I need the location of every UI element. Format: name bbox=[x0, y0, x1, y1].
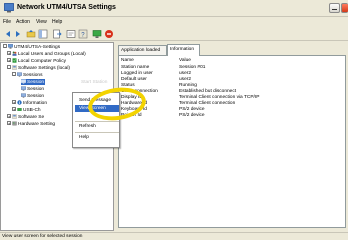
row-value: PS/2 device bbox=[179, 113, 205, 118]
software-icon bbox=[12, 65, 17, 70]
row-value: Terminal Client connection bbox=[179, 101, 236, 106]
up-folder-icon[interactable] bbox=[26, 29, 36, 39]
menu-action[interactable]: Action bbox=[16, 19, 30, 25]
column-header-name[interactable]: Name bbox=[121, 58, 134, 63]
menu-separator bbox=[75, 132, 119, 133]
information-icon bbox=[17, 100, 22, 105]
forward-icon[interactable] bbox=[13, 29, 23, 39]
refresh-menu-item[interactable]: Refresh bbox=[79, 124, 96, 129]
menu-bar: File Action View Help bbox=[0, 17, 348, 27]
tree-item-label: Information bbox=[23, 101, 47, 106]
tab-application-loaded[interactable]: Application loaded bbox=[118, 45, 167, 55]
title-bar: Network UTM4/UTSA Settings bbox=[0, 0, 348, 17]
collapse-icon[interactable]: - bbox=[7, 65, 11, 70]
tree-item-label: USB-Ch bbox=[23, 108, 41, 113]
help-icon[interactable]: ? bbox=[78, 29, 88, 39]
tree-item-root[interactable]: - UTM4/UTSA-Settings bbox=[3, 44, 60, 50]
help-menu-item[interactable]: Help bbox=[79, 135, 89, 140]
close-button[interactable] bbox=[341, 3, 348, 13]
tree-item-label: Software Se bbox=[18, 115, 45, 120]
tree-item-label: Local Computer Policy bbox=[18, 59, 66, 64]
row-value: PS/2 device bbox=[179, 107, 205, 112]
sessions-icon bbox=[17, 72, 22, 77]
row-name: Default user bbox=[121, 77, 147, 82]
status-text: View user screen for selected session bbox=[2, 234, 83, 239]
app-window: Network UTM4/UTSA Settings File Action V… bbox=[0, 0, 348, 240]
menu-file[interactable]: File bbox=[3, 19, 11, 25]
properties-icon[interactable] bbox=[66, 29, 76, 39]
session-icon bbox=[21, 86, 26, 91]
row-value: Session #01 bbox=[179, 65, 206, 70]
software-icon bbox=[12, 114, 17, 119]
expand-icon[interactable]: + bbox=[7, 114, 11, 119]
collapse-icon[interactable]: - bbox=[3, 44, 7, 49]
session-icon bbox=[21, 79, 26, 84]
export-icon[interactable] bbox=[52, 29, 62, 39]
tree-item-label: Software Settings (local) bbox=[18, 66, 70, 71]
tree-item-session-selected[interactable]: Session bbox=[21, 79, 46, 85]
stop-icon[interactable] bbox=[104, 29, 114, 39]
tree-item-software-settings[interactable]: + Software Se bbox=[7, 114, 44, 120]
minimize-button[interactable] bbox=[329, 3, 340, 13]
row-name: Logged in user bbox=[121, 71, 153, 76]
tree-item-sessions[interactable]: - Sessions bbox=[12, 72, 42, 78]
back-icon[interactable] bbox=[3, 29, 13, 39]
tree-item-label: Session bbox=[27, 94, 45, 99]
toolbar: ? bbox=[0, 27, 348, 41]
tree-item-usb[interactable]: + USB-Ch bbox=[12, 107, 41, 113]
tab-information[interactable]: Information bbox=[167, 44, 200, 56]
tree-item-label: Session bbox=[27, 87, 45, 92]
minimize-icon bbox=[332, 9, 337, 10]
row-value: user2 bbox=[179, 77, 191, 82]
expand-icon[interactable]: + bbox=[12, 100, 16, 105]
row-value: Running bbox=[179, 83, 197, 88]
session-icon bbox=[21, 93, 26, 98]
tree-item-software-local[interactable]: - Software Settings (local) bbox=[7, 65, 70, 71]
details-pane: Application loaded Information Name Valu… bbox=[114, 42, 348, 231]
tree-item-local-users[interactable]: + Local Users and Groups (Local) bbox=[7, 51, 86, 57]
menu-separator bbox=[75, 121, 119, 122]
tree-item-label: Session bbox=[27, 80, 45, 85]
monitor-icon[interactable] bbox=[92, 29, 102, 39]
menu-help[interactable]: Help bbox=[52, 19, 62, 25]
column-header-value[interactable]: Value bbox=[179, 58, 191, 63]
expand-icon[interactable]: + bbox=[7, 51, 11, 56]
tree-item-session[interactable]: Session bbox=[21, 93, 44, 99]
tree-item-label: Sessions bbox=[23, 73, 43, 78]
computer-icon bbox=[8, 44, 13, 49]
hardware-icon bbox=[12, 121, 17, 126]
row-name: Station name bbox=[121, 65, 150, 70]
row-value: user2 bbox=[179, 71, 191, 76]
start-station-menu-item: Start Station bbox=[81, 80, 108, 85]
collapse-icon[interactable]: - bbox=[12, 72, 16, 77]
expand-icon[interactable]: + bbox=[7, 121, 11, 126]
show-tree-icon[interactable] bbox=[38, 29, 48, 39]
tree-item-hardware-settings[interactable]: + Hardware Setting bbox=[7, 121, 55, 127]
usb-icon bbox=[17, 108, 22, 111]
users-icon bbox=[12, 51, 17, 56]
tree-item-label: Hardware Setting bbox=[18, 122, 56, 127]
tree-item-label: UTM4/UTSA-Settings bbox=[14, 45, 61, 50]
window-title: Network UTM4/UTSA Settings bbox=[17, 4, 116, 11]
tree-item-label: Local Users and Groups (Local) bbox=[18, 52, 86, 57]
tree-item-local-policy[interactable]: + Local Computer Policy bbox=[7, 58, 66, 64]
information-table: Name Value Station name Session #01 Logg… bbox=[118, 55, 346, 228]
tree-item-information[interactable]: + Information bbox=[12, 100, 47, 106]
policy-icon bbox=[12, 58, 17, 63]
expand-icon[interactable]: + bbox=[12, 107, 16, 112]
tree-item-session[interactable]: Session bbox=[21, 86, 44, 92]
row-value: Terminal Client connection via TCP/IP bbox=[179, 95, 260, 100]
row-value: Established but disconnect bbox=[179, 89, 237, 94]
menu-view[interactable]: View bbox=[36, 19, 47, 25]
expand-icon[interactable]: + bbox=[7, 58, 11, 63]
status-bar: View user screen for selected session bbox=[0, 232, 348, 240]
app-icon bbox=[4, 3, 14, 13]
